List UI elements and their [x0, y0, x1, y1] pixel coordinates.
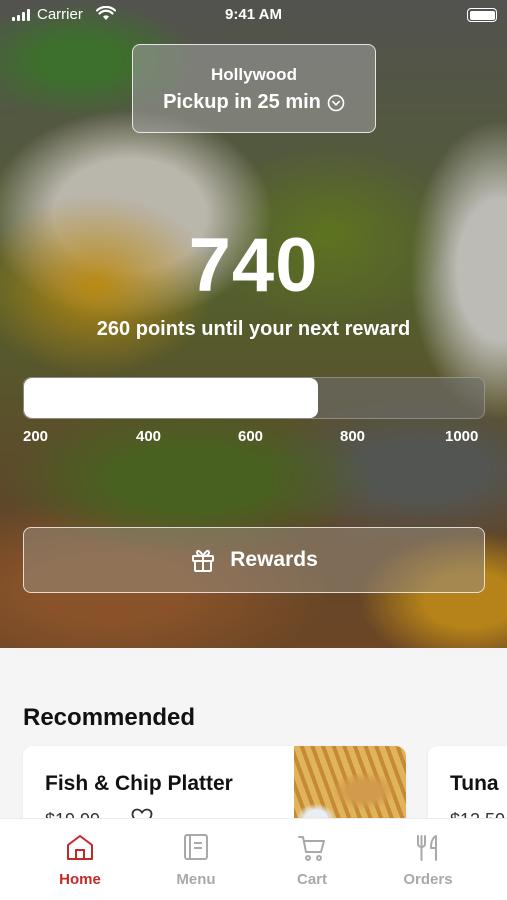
gift-icon [192, 549, 215, 572]
tab-bar: Home Menu Cart Orders [0, 818, 507, 900]
tick-label: 400 [136, 428, 162, 445]
status-bar: Carrier 9:41 AM [0, 0, 507, 30]
pickup-time-label: Pickup in 25 min [163, 91, 321, 113]
status-time: 9:41 AM [225, 6, 282, 23]
home-icon [67, 835, 93, 860]
tab-cart[interactable]: Cart [254, 819, 370, 900]
points-balance: 740 [188, 223, 319, 308]
pickup-time: Pickup in 25 min [133, 91, 375, 114]
tab-menu[interactable]: Menu [138, 819, 254, 900]
points-until-reward: 260 points until your next reward [96, 318, 411, 340]
rewards-button[interactable]: Rewards [23, 527, 485, 593]
rewards-button-label: Rewards [230, 548, 318, 571]
tick-label: 1000 [445, 428, 479, 445]
tick-label: 600 [238, 428, 264, 445]
item-name: Tuna [450, 772, 499, 795]
home-screen: Carrier 9:41 AM Hollywood Pickup in 25 m… [0, 0, 507, 900]
battery-icon [467, 8, 497, 22]
location-selector[interactable]: Hollywood Pickup in 25 min [132, 44, 376, 133]
progress-ticks: 200 400 600 800 1000 [23, 428, 485, 448]
tab-home[interactable]: Home [22, 819, 138, 900]
tab-orders[interactable]: Orders [370, 819, 486, 900]
rewards-progress-bar [23, 377, 485, 419]
location-name: Hollywood [211, 65, 297, 84]
cart-icon [298, 836, 325, 861]
chevron-down-circle-icon [327, 94, 345, 111]
recommended-heading: Recommended [23, 704, 196, 731]
tab-label: Home [59, 871, 101, 888]
item-name: Fish & Chip Platter [45, 772, 233, 795]
tab-label: Menu [176, 871, 216, 888]
tick-label: 800 [340, 428, 366, 445]
tab-label: Cart [296, 871, 327, 888]
fork-knife-icon [417, 835, 437, 861]
tab-label: Orders [403, 871, 453, 888]
tick-label: 200 [23, 428, 49, 445]
rewards-progress-fill [24, 378, 319, 418]
menu-book-icon [184, 834, 208, 860]
